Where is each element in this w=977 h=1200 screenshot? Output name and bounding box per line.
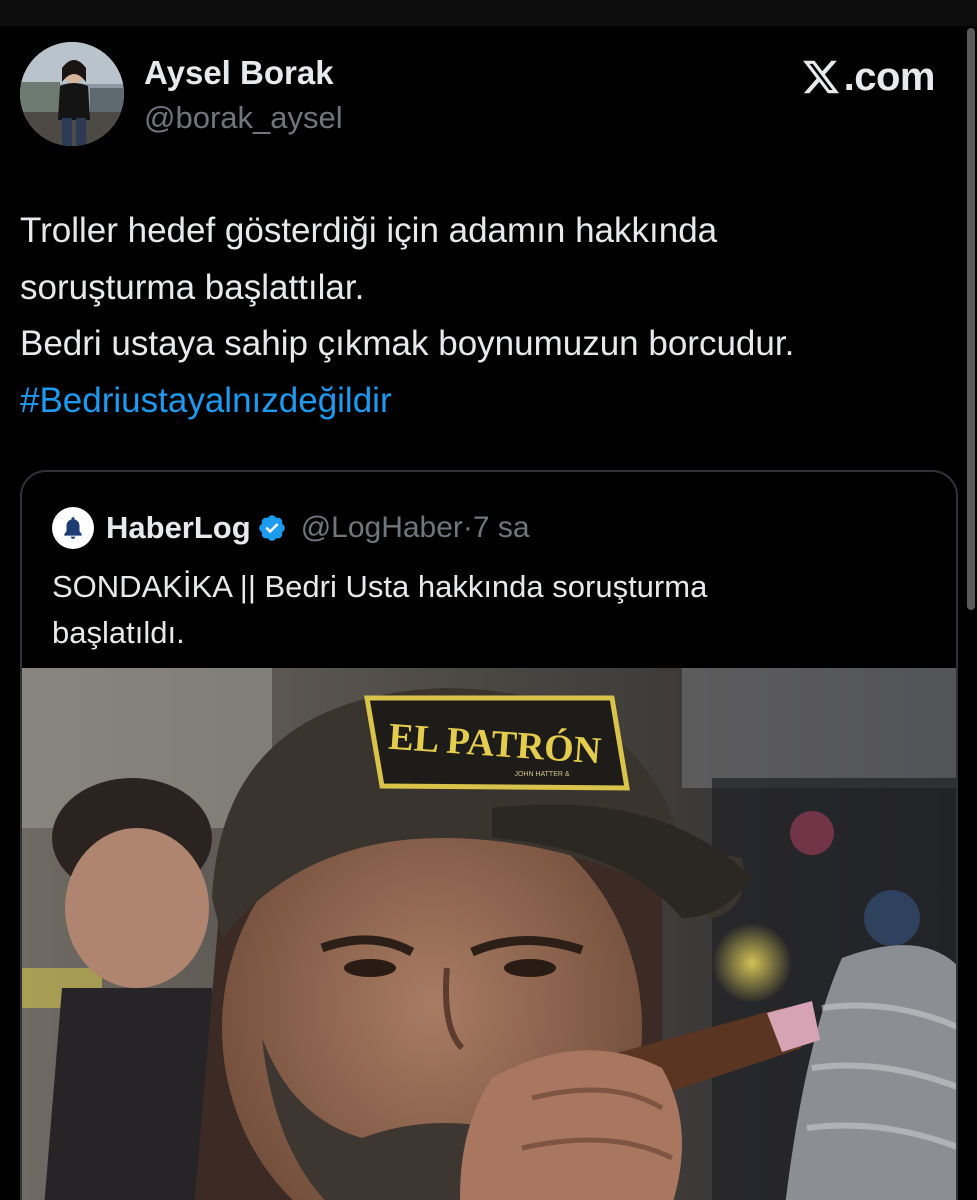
meta-separator: · — [462, 511, 473, 544]
status-bar-strip — [0, 0, 977, 26]
quoted-line: SONDAKİKA || Bedri Usta hakkında soruştu… — [52, 569, 708, 604]
quoted-line: başlatıldı. — [52, 615, 185, 650]
author-name[interactable]: Aysel Borak — [144, 54, 334, 92]
avatar-photo — [20, 42, 124, 146]
x-logo-icon — [802, 60, 839, 94]
tweet-line: soruşturma başlattılar. — [20, 267, 365, 307]
avatar[interactable] — [20, 42, 124, 146]
quoted-media-image[interactable]: EL PATRÓN JOHN HATTER & — [22, 668, 956, 1200]
quoted-timestamp[interactable]: 7 sa — [473, 511, 530, 545]
verified-badge-icon — [258, 515, 285, 541]
quoted-tweet-header: HaberLog @LogHaber · 7 sa — [52, 506, 530, 550]
scrollbar[interactable] — [967, 28, 975, 610]
quoted-author-name[interactable]: HaberLog — [106, 510, 251, 546]
man-with-cigar-photo: EL PATRÓN JOHN HATTER & — [22, 668, 956, 1200]
cap-subtext: JOHN HATTER & — [514, 771, 569, 778]
brand-domain: .com — [843, 54, 936, 99]
tweet-header: Aysel Borak @borak_aysel .com — [20, 42, 936, 148]
quoted-tweet-body: SONDAKİKA || Bedri Usta hakkında soruştu… — [52, 564, 922, 656]
author-handle[interactable]: @borak_aysel — [144, 100, 343, 136]
brand-link[interactable]: .com — [800, 52, 936, 102]
bell-icon — [64, 517, 82, 539]
tweet-line: Troller hedef gösterdiği için adamın hak… — [20, 211, 718, 250]
quoted-tweet[interactable]: HaberLog @LogHaber · 7 sa SONDAKİKA || B… — [20, 470, 958, 1200]
tweet-line: Bedri ustaya sahip çıkmak boynumuzun bor… — [20, 324, 795, 363]
hashtag-link[interactable]: #Bedriustayalnızdeğildir — [20, 373, 955, 430]
tweet-body: Troller hedef gösterdiği için adamın hak… — [20, 203, 955, 429]
quoted-author-handle[interactable]: @LogHaber — [301, 511, 463, 545]
quoted-avatar[interactable] — [52, 507, 94, 549]
